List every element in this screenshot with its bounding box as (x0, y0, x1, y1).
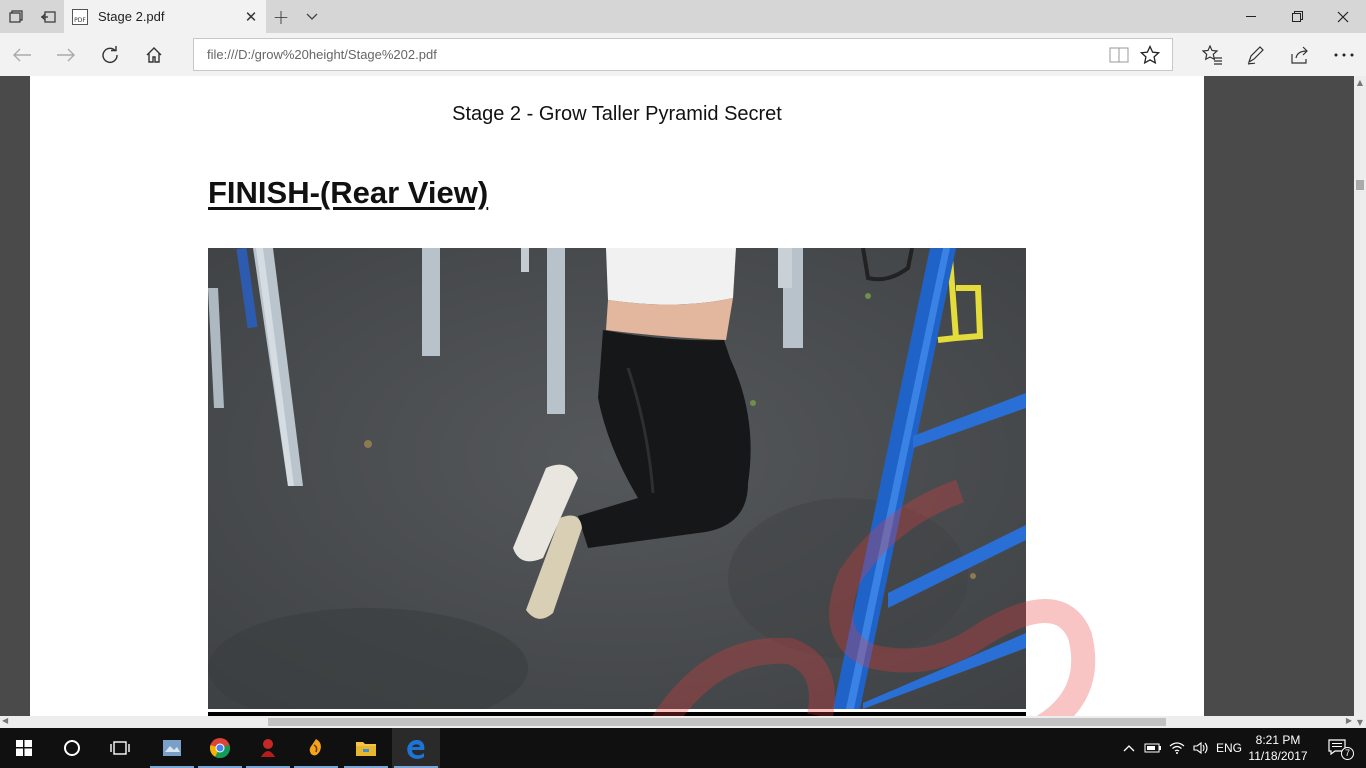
scroll-down-icon[interactable]: ▼ (1354, 716, 1366, 728)
url-text: file:///D:/grow%20height/Stage%202.pdf (207, 47, 437, 62)
scroll-thumb[interactable] (1356, 180, 1364, 190)
star-icon[interactable] (1138, 42, 1162, 68)
chevron-up-icon[interactable] (1120, 728, 1138, 768)
tab-bar: PDF Stage 2.pdf ✕ + (0, 0, 1366, 33)
cortana-icon[interactable] (48, 728, 96, 768)
document-header-text: Stage 2 - Grow Taller Pyramid Secret (452, 103, 782, 125)
reading-view-icon[interactable] (1108, 45, 1130, 65)
plus-icon[interactable]: + (266, 0, 296, 33)
taskbar: ENG 8:21 PM 11/18/2017 7 (0, 728, 1366, 768)
notifications-icon[interactable]: 7 (1318, 728, 1358, 768)
set-aside-icon[interactable] (32, 0, 64, 33)
close-tab-icon[interactable]: ✕ (236, 0, 266, 33)
navigation-bar: file:///D:/grow%20height/Stage%202.pdf (0, 33, 1366, 76)
favorites-list-icon[interactable] (1190, 33, 1234, 76)
scroll-right-icon[interactable]: ▶ (1346, 716, 1352, 725)
volume-icon[interactable] (1190, 728, 1212, 768)
fl-studio-icon[interactable] (292, 728, 340, 768)
pen-icon[interactable] (1234, 33, 1278, 76)
chevron-down-icon[interactable] (298, 0, 326, 33)
pdf-icon: PDF (72, 8, 88, 25)
file-explorer-icon[interactable] (342, 728, 390, 768)
document-header: Stage 2 - Grow Taller Pyramid Secret (30, 103, 1204, 126)
horizontal-scroll-thumb[interactable] (268, 718, 1166, 726)
scroll-left-icon[interactable]: ◀ (2, 716, 8, 725)
back-arrow-icon[interactable] (0, 33, 44, 76)
share-icon[interactable] (1278, 33, 1322, 76)
app-icon[interactable] (148, 728, 196, 768)
edge-icon[interactable] (392, 728, 440, 768)
more-icon[interactable] (1322, 33, 1366, 76)
address-bar[interactable]: file:///D:/grow%20height/Stage%202.pdf (193, 38, 1173, 71)
forward-arrow-icon[interactable] (44, 33, 88, 76)
notification-count: 7 (1341, 747, 1354, 760)
app2-icon[interactable] (244, 728, 292, 768)
restore-icon[interactable] (1274, 0, 1320, 33)
pdf-viewer[interactable]: Stage 2 - Grow Taller Pyramid Secret FIN… (0, 76, 1366, 728)
minimize-icon[interactable] (1228, 0, 1274, 33)
task-view-icon[interactable] (96, 728, 144, 768)
vertical-scrollbar[interactable]: ▲ ▼ (1354, 76, 1366, 728)
tab-stage-2[interactable]: PDF Stage 2.pdf ✕ (64, 0, 266, 33)
pdf-page: Stage 2 - Grow Taller Pyramid Secret FIN… (30, 76, 1204, 716)
horizontal-scrollbar[interactable]: ◀ ▶ (0, 716, 1354, 728)
wifi-icon[interactable] (1166, 728, 1188, 768)
refresh-icon[interactable] (88, 33, 132, 76)
tab-preview-icon[interactable] (0, 0, 32, 33)
clock-time: 8:21 PM (1255, 733, 1301, 747)
clock-date: 11/18/2017 (1248, 749, 1308, 763)
clock[interactable]: 8:21 PM 11/18/2017 (1240, 728, 1316, 768)
chrome-icon[interactable] (196, 728, 244, 768)
exercise-photo (208, 248, 1026, 709)
section-title: FINISH-(Rear View) (208, 175, 489, 210)
home-icon[interactable] (132, 33, 176, 76)
tab-title: Stage 2.pdf (98, 9, 165, 24)
scroll-up-icon[interactable]: ▲ (1354, 76, 1366, 88)
close-icon[interactable] (1320, 0, 1366, 33)
start-icon[interactable] (0, 728, 48, 768)
battery-icon[interactable] (1142, 728, 1164, 768)
